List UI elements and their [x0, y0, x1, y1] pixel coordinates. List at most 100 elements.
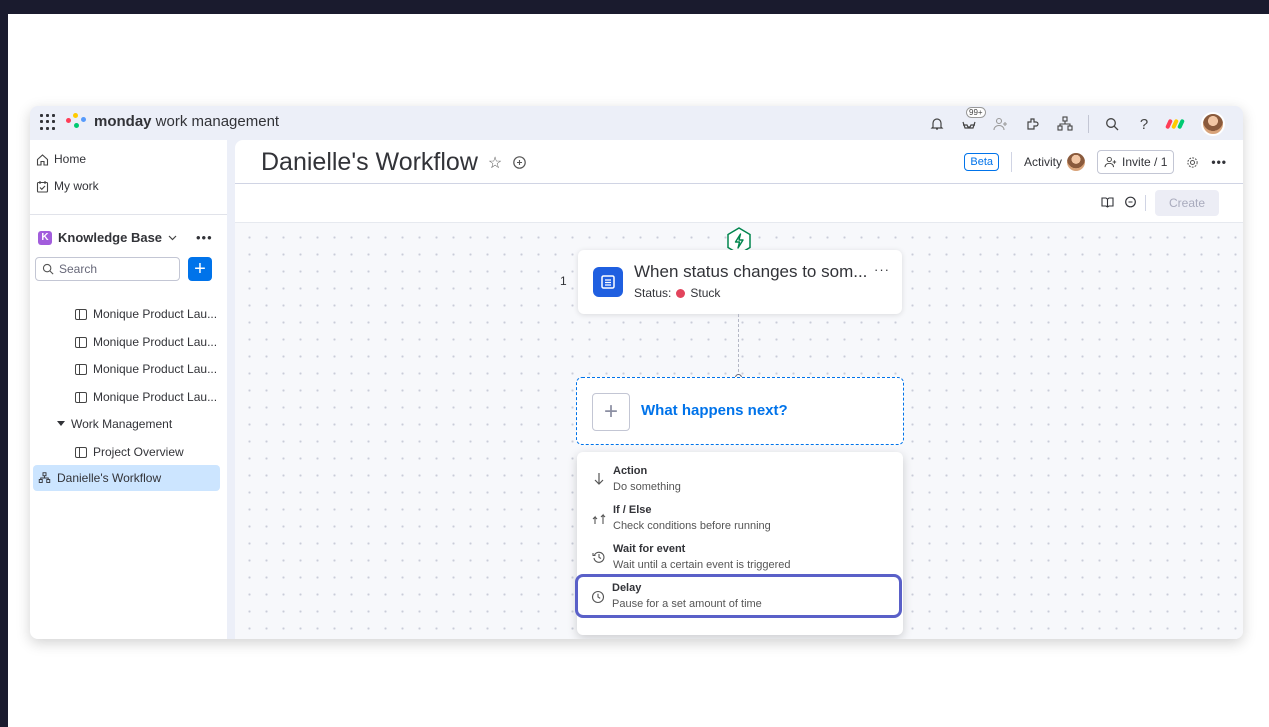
arrow-down-icon [591, 471, 607, 487]
brand-name: monday [94, 112, 152, 130]
workspace-badge: K [38, 230, 52, 245]
book-icon[interactable] [1101, 196, 1114, 211]
menu-item-desc: Pause for a set amount of time [612, 598, 762, 610]
invite-button[interactable]: Invite / 1 [1097, 150, 1175, 174]
invite-person-icon [1104, 156, 1117, 168]
user-avatar[interactable] [1201, 112, 1225, 136]
menu-item-action[interactable]: Action Do something [577, 460, 903, 498]
page-title-row: Danielle's Workflow ☆ [261, 148, 527, 177]
status-column-icon [593, 267, 623, 297]
divider [1145, 195, 1146, 211]
sidebar-item-home[interactable]: Home [36, 148, 86, 170]
board-icon [75, 391, 87, 403]
menu-item-if-else[interactable]: If / Else Check conditions before runnin… [577, 499, 903, 537]
trigger-status: Status: Stuck [634, 286, 720, 300]
step-type-menu: Action Do something If / Else Check cond… [575, 452, 903, 635]
caret-down-icon [57, 421, 65, 426]
activity-avatar [1067, 153, 1086, 171]
menu-item-desc: Check conditions before running [613, 520, 771, 532]
help-icon[interactable]: ? [1135, 115, 1153, 133]
sidebar-item-label: Home [54, 152, 87, 166]
chevron-down-icon [168, 235, 177, 240]
workspace-more-icon[interactable]: ••• [196, 230, 213, 245]
next-step-label: What happens next? [641, 402, 788, 419]
next-step-card[interactable]: + What happens next? [576, 377, 904, 445]
create-button[interactable]: Create [1155, 190, 1219, 216]
sidebar-folder[interactable]: Work Management [30, 411, 227, 437]
sidebar-item-my-work[interactable]: My work [36, 175, 99, 197]
workspace-selector[interactable]: K Knowledge Base [38, 230, 177, 245]
divider [1088, 115, 1089, 133]
toolbar: Create [235, 184, 1243, 221]
workflow-canvas[interactable]: 1 When status changes to som... Status: … [235, 223, 1243, 639]
connector-line [738, 314, 739, 377]
workflow-icon [38, 472, 51, 483]
history-icon [591, 549, 607, 565]
board-icon [75, 336, 87, 348]
activity-label: Activity [1024, 155, 1063, 169]
sidebar-item-label: My work [54, 179, 99, 193]
divider [1011, 152, 1013, 172]
search-input[interactable]: Search [35, 257, 180, 281]
menu-item-title: Delay [612, 582, 642, 594]
sidebar-item-workflow-active[interactable]: Danielle's Workflow [33, 465, 220, 491]
brand-product: work management [151, 112, 280, 130]
activity-button[interactable]: Activity [1024, 153, 1086, 171]
home-icon [36, 153, 49, 166]
clock-icon [590, 589, 606, 605]
page-title: Danielle's Workflow [261, 148, 478, 176]
trigger-title: When status changes to som... [634, 262, 868, 281]
menu-item-desc: Do something [613, 481, 681, 493]
screenshot-stage: monday work management 99+ ? Home My wor… [8, 14, 1269, 727]
apps-grid-icon[interactable] [40, 114, 56, 130]
sidebar-board-item[interactable]: Monique Product Lau... [30, 356, 227, 382]
bell-icon[interactable] [928, 115, 946, 133]
trigger-card[interactable]: When status changes to som... Status: St… [578, 250, 902, 314]
star-icon[interactable]: ☆ [488, 153, 502, 173]
sidebar-board-item[interactable]: Monique Product Lau... [30, 329, 227, 355]
beta-badge: Beta [964, 153, 1000, 171]
chat-icon[interactable] [1124, 196, 1137, 212]
menu-item-title: Wait for event [613, 543, 686, 555]
sidebar-board-item[interactable]: Project Overview [30, 439, 227, 465]
sidebar-board-item[interactable]: Monique Product Lau... [30, 384, 227, 410]
folder-label: Work Management [71, 417, 173, 431]
board-label: Project Overview [93, 445, 184, 459]
monday-logo-icon [66, 112, 88, 130]
monday-apps-logo-icon[interactable] [1165, 118, 1187, 130]
menu-item-delay-selected[interactable]: Delay Pause for a set amount of time [575, 574, 902, 618]
more-options-icon[interactable]: ••• [1211, 155, 1227, 169]
trigger-more-icon[interactable]: ··· [874, 262, 890, 277]
menu-item-wait-for-event[interactable]: Wait for event Wait until a certain even… [577, 538, 903, 576]
notifications-badge: 99+ [966, 107, 986, 118]
settings-gear-icon[interactable] [1186, 156, 1199, 169]
inbox-icon[interactable]: 99+ [960, 107, 986, 133]
calendar-check-icon [36, 180, 49, 193]
board-label: Monique Product Lau... [93, 307, 218, 321]
brand-logo[interactable]: monday work management [66, 112, 279, 130]
sidebar-board-item[interactable]: Monique Product Lau... [30, 301, 227, 327]
search-icon [42, 263, 54, 275]
menu-item-desc: Wait until a certain event is triggered [613, 559, 791, 571]
board-label: Monique Product Lau... [93, 335, 218, 349]
integrations-icon[interactable] [1024, 115, 1042, 133]
board-icon [75, 363, 87, 375]
search-placeholder: Search [59, 262, 98, 276]
sidebar-divider [30, 214, 227, 215]
menu-item-title: Action [613, 465, 648, 477]
workflow-icon[interactable] [1056, 115, 1074, 133]
workspace-name: Knowledge Base [58, 230, 163, 245]
sidebar: Home My work K Knowledge Base ••• Search… [30, 140, 227, 639]
board-label: Monique Product Lau... [93, 362, 218, 376]
add-item-button[interactable]: + [188, 257, 212, 281]
add-step-plus-icon[interactable]: + [592, 393, 630, 431]
menu-item-title: If / Else [613, 504, 652, 516]
step-number: 1 [560, 274, 567, 288]
search-icon[interactable] [1103, 115, 1121, 133]
workflow-label: Danielle's Workflow [57, 471, 162, 485]
invite-members-icon[interactable] [992, 115, 1010, 133]
status-color-dot [676, 288, 686, 298]
branch-icon [591, 510, 607, 526]
comment-icon[interactable] [512, 155, 527, 170]
board-icon [75, 446, 87, 458]
